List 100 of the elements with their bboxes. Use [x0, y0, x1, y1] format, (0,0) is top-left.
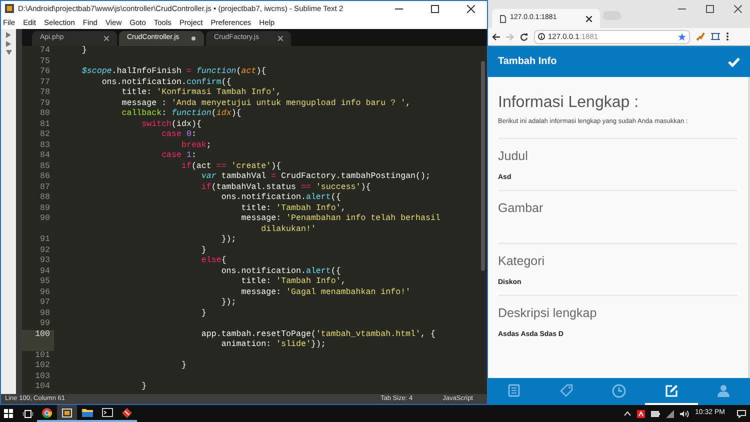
book-icon — [508, 384, 520, 397]
folder-icon — [82, 408, 92, 417]
line-number: 92 — [39, 246, 50, 256]
taskbar-app[interactable] — [57, 405, 77, 422]
line-number: 100 — [34, 330, 50, 340]
line-number: 99 — [39, 319, 50, 330]
chevron-up-icon[interactable] — [624, 411, 632, 416]
code-line: case 0: — [160, 130, 196, 139]
line-number: 91 — [39, 235, 50, 246]
line-number: 88 — [39, 193, 50, 204]
close-icon[interactable] — [734, 5, 742, 13]
code-line: callback: function(idx){ — [120, 109, 242, 118]
clock-icon — [612, 384, 626, 398]
line-number: 86 — [39, 172, 50, 182]
volume-icon[interactable] — [680, 410, 690, 418]
antivirus-icon[interactable] — [637, 410, 646, 418]
maximize-icon[interactable] — [706, 5, 714, 13]
code-line: title: 'Tambah Info', — [240, 277, 346, 286]
code-line: app.tambah.resetToPage('tambah_vtambah.html', { — [200, 330, 436, 338]
field-label: Deskripsi lengkap — [498, 306, 598, 322]
code-line: } — [200, 246, 206, 254]
code-line: ons.notification.alert({ — [220, 193, 341, 202]
line-number: 80 — [39, 109, 50, 120]
code-line: $scope.halInfoFinish = function(act){ — [80, 67, 266, 76]
line-number: 95 — [39, 277, 50, 288]
windows-start-icon[interactable] — [4, 409, 13, 418]
line-number: 101 — [34, 350, 50, 361]
line-number: 94 — [39, 266, 50, 277]
diamond-app-icon — [122, 408, 132, 418]
code-line: animation: 'slide'}); — [220, 340, 326, 349]
code-line: }); — [220, 298, 236, 307]
code-line: ons.notification.confirm({ — [100, 78, 232, 86]
line-number: 74 — [39, 46, 50, 56]
code-line: message : 'Anda menyetujui untuk mengupload info baru ? ', — [120, 98, 411, 108]
taskbar-app[interactable] — [117, 405, 137, 422]
close-icon[interactable] — [467, 4, 475, 12]
code-line: var tambahVal = CrudFactory.tambahPostingan(); — [200, 172, 430, 181]
task-view-icon[interactable] — [23, 410, 33, 418]
info-icon[interactable] — [538, 33, 545, 40]
battery-icon[interactable] — [651, 410, 660, 416]
page-icon — [500, 14, 506, 22]
extension-icon[interactable] — [696, 32, 705, 41]
code-line: message: 'Gagal menambahkan info!' — [240, 288, 411, 296]
terminal-icon — [102, 408, 112, 417]
code-line: dilakukan!' — [260, 224, 316, 234]
more-menu-icon[interactable] — [726, 32, 729, 41]
line-number: 77 — [39, 78, 50, 88]
line-number: 79 — [39, 98, 50, 109]
extension-icon[interactable] — [711, 32, 720, 41]
close-icon[interactable] — [278, 36, 283, 41]
line-number: 87 — [39, 182, 50, 193]
line-number: 84 — [39, 151, 50, 162]
code-line: } — [180, 361, 186, 370]
line-number: 89 — [39, 204, 50, 214]
field-label: Judul — [498, 148, 529, 164]
line-number: 81 — [39, 120, 50, 130]
person-icon — [717, 384, 730, 397]
code-line: else{ — [200, 256, 226, 265]
code-line: } — [140, 382, 147, 391]
line-number: 78 — [39, 88, 50, 98]
unsaved-dot-icon — [191, 36, 196, 41]
code-line: title: 'Konfirmasi Tambah Info', — [120, 88, 282, 97]
code-line: ons.notification.alert({ — [220, 266, 341, 276]
notification-icon[interactable] — [737, 410, 746, 418]
line-number: 96 — [39, 288, 50, 298]
collapse-arrow-icon[interactable] — [6, 50, 12, 55]
close-icon[interactable] — [104, 36, 109, 41]
code-line: } — [80, 46, 87, 55]
line-number: 103 — [34, 372, 50, 382]
line-number: 93 — [39, 256, 50, 266]
code-line: } — [200, 308, 206, 318]
close-icon[interactable] — [586, 16, 592, 22]
line-number: 104 — [34, 382, 50, 392]
taskbar-app[interactable] — [97, 405, 117, 422]
code-line: }); — [220, 235, 236, 244]
reload-icon[interactable] — [520, 32, 528, 40]
scrollbar[interactable] — [481, 61, 485, 271]
code-line: title: 'Tambah Info', — [240, 204, 346, 212]
line-number: 75 — [39, 56, 50, 67]
line-number: 82 — [39, 130, 50, 140]
checkmark-icon[interactable] — [728, 56, 740, 66]
maximize-icon[interactable] — [431, 4, 439, 12]
tag-icon — [560, 384, 574, 397]
line-number: 85 — [39, 162, 50, 172]
code-line: break; — [180, 140, 212, 150]
editor-app-icon — [62, 408, 72, 418]
line-number: 98 — [39, 308, 50, 319]
code-line: if(tambahVal.status == 'success'){ — [200, 182, 371, 192]
line-number: 76 — [39, 67, 50, 78]
browser-icon — [42, 408, 52, 418]
header-title: Tambah Info — [498, 55, 558, 69]
back-arrow-icon[interactable] — [492, 32, 500, 40]
edit-icon — [664, 384, 678, 397]
star-icon[interactable] — [678, 32, 686, 40]
field-label: Kategori — [498, 254, 546, 269]
code-line: switch(idx){ — [140, 120, 202, 128]
app-icon — [5, 4, 14, 13]
code-line: case 1: — [160, 151, 196, 160]
line-number: 83 — [39, 140, 50, 151]
signal-icon[interactable] — [666, 410, 674, 418]
